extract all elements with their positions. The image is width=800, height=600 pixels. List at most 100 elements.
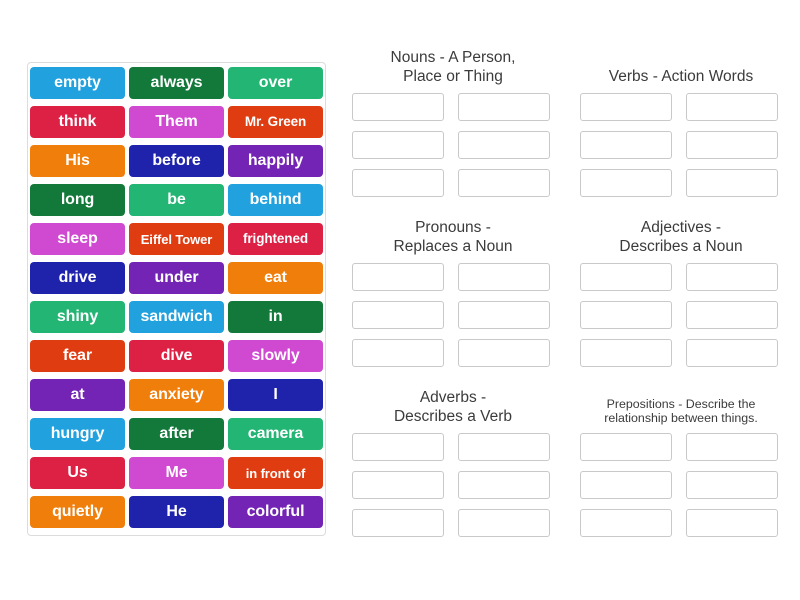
word-tile[interactable]: under xyxy=(129,262,224,294)
word-tile[interactable]: in front of xyxy=(228,457,323,489)
drop-slot-pronouns[interactable] xyxy=(352,263,444,291)
word-tile-cell: empty xyxy=(28,67,127,99)
drop-slot-prepositions[interactable] xyxy=(686,433,778,461)
drop-zone-group-verbs xyxy=(580,93,782,197)
word-tile[interactable]: Me xyxy=(129,457,224,489)
drop-slot-pronouns[interactable] xyxy=(458,263,550,291)
drop-slot-nouns[interactable] xyxy=(458,93,550,121)
category-verbs: Verbs - Action Words xyxy=(580,46,782,197)
word-tile[interactable]: Eiffel Tower xyxy=(129,223,224,255)
drop-slot-verbs[interactable] xyxy=(580,169,672,197)
word-tile[interactable]: dive xyxy=(129,340,224,372)
drop-slot-adverbs[interactable] xyxy=(352,471,444,499)
word-tile[interactable]: colorful xyxy=(228,496,323,528)
drop-zone-group-pronouns xyxy=(352,263,554,367)
drop-slot-adjectives[interactable] xyxy=(686,263,778,291)
word-tile-cell: be xyxy=(127,184,226,216)
word-tile-cell: think xyxy=(28,106,127,138)
word-sort-activity: empty always over think Them Mr. Green His befo… xyxy=(0,0,800,600)
drop-slot-adverbs[interactable] xyxy=(352,509,444,537)
drop-slot-adjectives[interactable] xyxy=(580,301,672,329)
word-tile[interactable]: quietly xyxy=(30,496,125,528)
drop-slot-adjectives[interactable] xyxy=(580,339,672,367)
drop-slot-nouns[interactable] xyxy=(458,169,550,197)
drop-slot-verbs[interactable] xyxy=(580,93,672,121)
word-tile[interactable]: He xyxy=(129,496,224,528)
word-tile-cell: anxiety xyxy=(127,379,226,411)
word-tile-cell: under xyxy=(127,262,226,294)
word-tile-grid: empty always over think Them Mr. Green His befo… xyxy=(30,67,323,528)
word-tile-cell: camera xyxy=(226,418,325,450)
word-tile[interactable]: anxiety xyxy=(129,379,224,411)
word-tile[interactable]: drive xyxy=(30,262,125,294)
drop-slot-prepositions[interactable] xyxy=(580,471,672,499)
word-tile[interactable]: at xyxy=(30,379,125,411)
word-tile-cell: slowly xyxy=(226,340,325,372)
word-tile[interactable]: over xyxy=(228,67,323,99)
word-tile[interactable]: Us xyxy=(30,457,125,489)
word-tile[interactable]: I xyxy=(228,379,323,411)
drop-slot-adverbs[interactable] xyxy=(458,509,550,537)
drop-slot-nouns[interactable] xyxy=(352,131,444,159)
drop-slot-adverbs[interactable] xyxy=(352,433,444,461)
drop-slot-pronouns[interactable] xyxy=(458,301,550,329)
word-tile-cell: before xyxy=(127,145,226,177)
drop-slot-prepositions[interactable] xyxy=(686,471,778,499)
word-tile[interactable]: always xyxy=(129,67,224,99)
word-tile[interactable]: Mr. Green xyxy=(228,106,323,138)
word-tile[interactable]: slowly xyxy=(228,340,323,372)
drop-zone-group-nouns xyxy=(352,93,554,197)
drop-zone-group-adverbs xyxy=(352,433,554,537)
word-tile-cell: drive xyxy=(28,262,127,294)
drop-slot-pronouns[interactable] xyxy=(352,339,444,367)
word-tile-cell: after xyxy=(127,418,226,450)
word-tile[interactable]: sleep xyxy=(30,223,125,255)
word-tile[interactable]: Them xyxy=(129,106,224,138)
drop-slot-adjectives[interactable] xyxy=(686,301,778,329)
word-tile[interactable]: frightened xyxy=(228,223,323,255)
drop-zone-group-prepositions xyxy=(580,433,782,537)
word-bank-panel: empty always over think Them Mr. Green His befo… xyxy=(27,62,326,536)
drop-slot-adjectives[interactable] xyxy=(580,263,672,291)
word-tile[interactable]: His xyxy=(30,145,125,177)
word-tile[interactable]: sandwich xyxy=(129,301,224,333)
word-tile-cell: dive xyxy=(127,340,226,372)
drop-slot-prepositions[interactable] xyxy=(580,433,672,461)
word-tile-cell: Us xyxy=(28,457,127,489)
word-tile[interactable]: eat xyxy=(228,262,323,294)
word-tile[interactable]: camera xyxy=(228,418,323,450)
word-tile[interactable]: shiny xyxy=(30,301,125,333)
word-tile-cell: fear xyxy=(28,340,127,372)
word-tile[interactable]: think xyxy=(30,106,125,138)
drop-slot-verbs[interactable] xyxy=(580,131,672,159)
drop-slot-verbs[interactable] xyxy=(686,93,778,121)
drop-slot-pronouns[interactable] xyxy=(458,339,550,367)
drop-slot-verbs[interactable] xyxy=(686,169,778,197)
word-tile[interactable]: behind xyxy=(228,184,323,216)
word-tile-cell: Me xyxy=(127,457,226,489)
category-prepositions: Prepositions - Describe the relationship… xyxy=(580,386,782,537)
word-tile[interactable]: fear xyxy=(30,340,125,372)
drop-slot-adjectives[interactable] xyxy=(686,339,778,367)
drop-slot-verbs[interactable] xyxy=(686,131,778,159)
word-tile[interactable]: in xyxy=(228,301,323,333)
category-title-prepositions: Prepositions - Describe the relationship… xyxy=(604,396,758,426)
word-tile-cell: in xyxy=(226,301,325,333)
drop-slot-nouns[interactable] xyxy=(352,93,444,121)
word-tile[interactable]: empty xyxy=(30,67,125,99)
drop-slot-nouns[interactable] xyxy=(352,169,444,197)
word-tile[interactable]: be xyxy=(129,184,224,216)
word-tile-cell: sandwich xyxy=(127,301,226,333)
drop-slot-pronouns[interactable] xyxy=(352,301,444,329)
drop-slot-prepositions[interactable] xyxy=(580,509,672,537)
word-tile[interactable]: long xyxy=(30,184,125,216)
drop-slot-prepositions[interactable] xyxy=(686,509,778,537)
drop-slot-adverbs[interactable] xyxy=(458,433,550,461)
drop-slot-adverbs[interactable] xyxy=(458,471,550,499)
drop-slot-nouns[interactable] xyxy=(458,131,550,159)
word-tile[interactable]: before xyxy=(129,145,224,177)
word-tile-cell: long xyxy=(28,184,127,216)
word-tile[interactable]: happily xyxy=(228,145,323,177)
word-tile[interactable]: hungry xyxy=(30,418,125,450)
word-tile[interactable]: after xyxy=(129,418,224,450)
